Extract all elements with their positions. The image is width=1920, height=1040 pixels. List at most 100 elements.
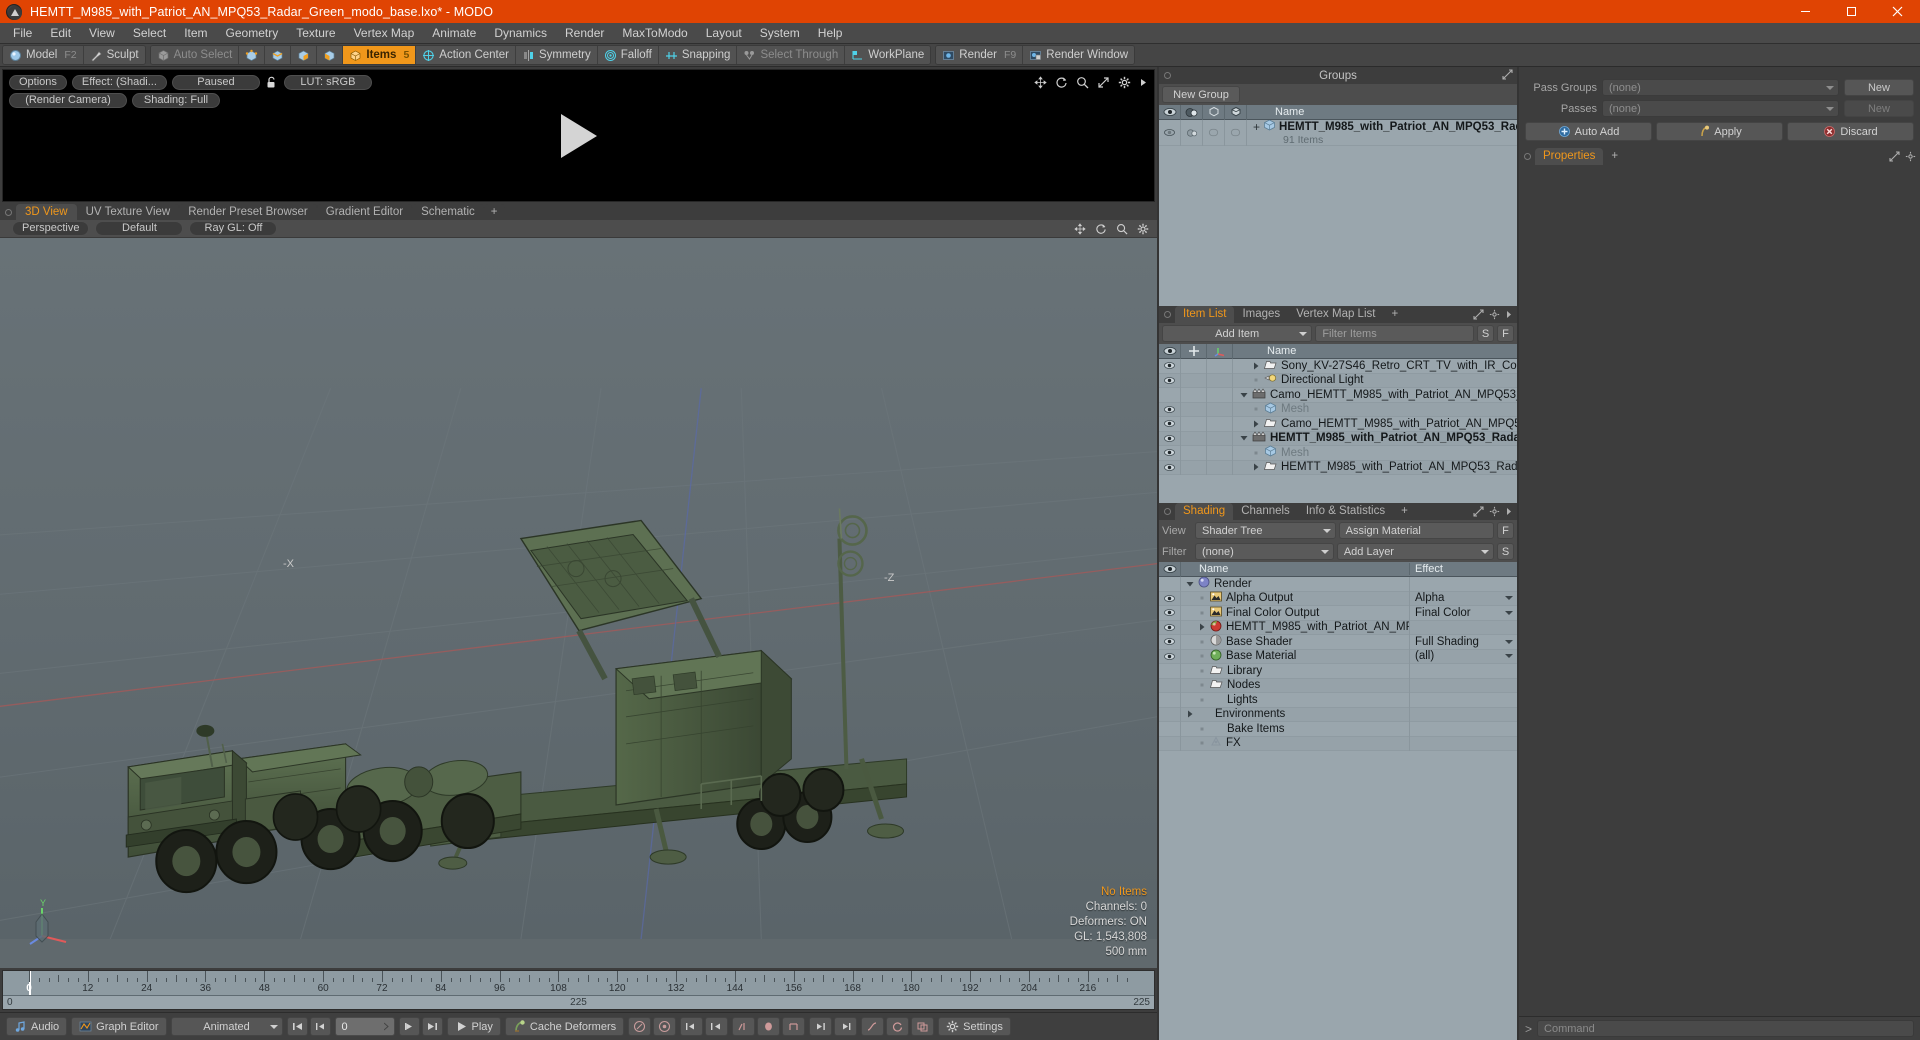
arrow-right-icon[interactable] <box>1505 506 1513 520</box>
tab-3d-view[interactable]: 3D View <box>16 204 77 220</box>
viewport-perspective-button[interactable]: Perspective <box>12 221 90 236</box>
render-lut-button[interactable]: LUT: sRGB <box>283 75 372 90</box>
discard-button[interactable]: Discard <box>1787 122 1914 141</box>
curve-edit-button[interactable] <box>861 1017 885 1036</box>
row-twisty-icon[interactable] <box>1197 609 1206 617</box>
menu-item-file[interactable]: File <box>4 23 41 44</box>
new-pass-group-button[interactable]: New <box>1844 79 1914 96</box>
properties-menu-dot[interactable] <box>1524 153 1531 160</box>
menu-item-render[interactable]: Render <box>556 23 613 44</box>
row-select-toggle[interactable] <box>1225 120 1247 146</box>
item-list-menu-dot[interactable] <box>1164 311 1171 318</box>
item-list-body[interactable]: Sony_KV-27S46_Retro_CRT_TV_with_IR_Contr… <box>1159 359 1517 503</box>
viewport-shading-style-button[interactable]: Default <box>95 221 184 236</box>
select-through-button[interactable]: Select Through <box>737 46 846 64</box>
maximize-panel-icon[interactable] <box>1473 309 1484 323</box>
row-twisty-icon[interactable] <box>1251 362 1260 370</box>
row-axis-cell[interactable] <box>1207 460 1233 475</box>
tab-properties[interactable]: Properties <box>1535 148 1604 165</box>
auto-select-button[interactable]: Auto Select <box>150 46 240 64</box>
delete-key-button[interactable] <box>782 1017 806 1036</box>
zoom-icon[interactable] <box>1116 223 1128 238</box>
tab-shading[interactable]: Shading <box>1175 503 1234 520</box>
gear-icon[interactable] <box>1489 309 1500 323</box>
row-lock-cell[interactable] <box>1181 460 1207 475</box>
tab-schematic[interactable]: Schematic <box>412 204 484 220</box>
row-eye-toggle[interactable] <box>1159 460 1181 475</box>
row-eye-toggle[interactable] <box>1159 605 1181 620</box>
auto-add-button[interactable]: Auto Add <box>1525 122 1652 141</box>
tab-images[interactable]: Images <box>1234 306 1288 323</box>
range-end-button[interactable] <box>834 1017 858 1036</box>
row-twisty-icon[interactable] <box>1197 652 1206 660</box>
viewport-tab-menu-dot[interactable] <box>5 209 12 216</box>
row-lock-toggle[interactable] <box>1203 120 1225 146</box>
row-twisty-icon[interactable] <box>1251 463 1260 471</box>
maximize-panel-icon[interactable] <box>1473 506 1484 520</box>
go-to-end-button[interactable] <box>421 1017 443 1036</box>
gear-icon[interactable] <box>1905 151 1916 165</box>
tab-add-button[interactable]: + <box>483 204 505 220</box>
move-icon[interactable] <box>1074 223 1086 238</box>
shading-menu-dot[interactable] <box>1164 508 1171 515</box>
item-list-row[interactable]: Directional Light <box>1159 373 1517 388</box>
menu-item-vertex-map[interactable]: Vertex Map <box>345 23 424 44</box>
shader-tree-row[interactable]: HEMTT_M985_with_Patriot_AN_MPQ53... <box>1159 620 1517 635</box>
symmetry-button[interactable]: Symmetry <box>515 46 598 64</box>
prev-key-button[interactable] <box>680 1017 704 1036</box>
zoom-icon[interactable] <box>1076 76 1089 92</box>
maximize-panel-icon[interactable] <box>1889 151 1900 165</box>
row-eye-toggle[interactable] <box>1159 402 1181 417</box>
curve-copy-button[interactable] <box>911 1017 935 1036</box>
autokey-button[interactable] <box>628 1017 652 1036</box>
row-eye-toggle[interactable] <box>1159 736 1181 751</box>
menu-item-help[interactable]: Help <box>809 23 852 44</box>
select-mode-materials[interactable] <box>317 46 344 64</box>
row-lock-cell[interactable] <box>1181 387 1207 402</box>
row-twisty-icon[interactable] <box>1197 638 1206 646</box>
timeline[interactable]: 0 12 24 36 48 60 72 84 96 108 120 132 144 156 168 180 19… <box>0 968 1157 1012</box>
rotate-icon[interactable] <box>1095 223 1107 238</box>
menu-item-layout[interactable]: Layout <box>697 23 751 44</box>
tab-add[interactable]: + <box>1393 503 1416 520</box>
render-preview-pane[interactable]: Options Effect: (Shadi... Paused LUT: sR… <box>2 69 1155 202</box>
row-lock-cell[interactable] <box>1181 373 1207 388</box>
rotate-icon[interactable] <box>1055 76 1068 92</box>
menu-item-select[interactable]: Select <box>124 23 175 44</box>
apply-button[interactable]: Apply <box>1656 122 1783 141</box>
tab-add[interactable]: + <box>1383 306 1406 323</box>
close-button[interactable] <box>1874 0 1920 23</box>
menu-item-geometry[interactable]: Geometry <box>217 23 288 44</box>
row-lock-cell[interactable] <box>1181 445 1207 460</box>
tab-info-statistics[interactable]: Info & Statistics <box>1298 503 1393 520</box>
current-frame-input[interactable]: 0 <box>334 1017 395 1036</box>
item-list-row[interactable]: Camo_HEMTT_M985_with_Patriot_AN_MPQ53_Ra… <box>1159 387 1517 403</box>
row-twisty-icon[interactable] <box>1197 725 1206 733</box>
row-eye-toggle[interactable] <box>1159 620 1181 635</box>
row-twisty-icon[interactable] <box>1185 710 1194 718</box>
row-eye-toggle[interactable] <box>1159 431 1181 446</box>
arrow-right-icon[interactable] <box>1139 76 1148 92</box>
row-lock-cell[interactable] <box>1181 359 1207 373</box>
shader-tree-row[interactable]: Lights <box>1159 692 1517 708</box>
render-options-button[interactable]: Options <box>9 75 67 90</box>
shader-view-dropdown[interactable]: Shader Tree <box>1195 522 1336 539</box>
row-lock-cell[interactable] <box>1181 416 1207 431</box>
menu-item-item[interactable]: Item <box>175 23 216 44</box>
render-button[interactable]: Render F9 <box>936 46 1024 64</box>
item-list-row[interactable]: HEMTT_M985_with_Patriot_AN_MPQ53_Radar_G… <box>1159 431 1517 446</box>
step-back-button[interactable] <box>309 1017 331 1036</box>
shader-tree-row[interactable]: FX <box>1159 736 1517 751</box>
falloff-button[interactable]: Falloff <box>597 46 659 64</box>
shader-tree-row[interactable]: Environments <box>1159 707 1517 722</box>
shader-tree-body[interactable]: Render Alpha Output Alpha Final Color Outpu… <box>1159 577 1517 1040</box>
row-eye-toggle[interactable] <box>1159 678 1181 693</box>
timeline-ruler[interactable]: 0 12 24 36 48 60 72 84 96 108 120 132 144 156 168 180 19… <box>3 971 1154 997</box>
fit-icon[interactable] <box>1097 76 1110 92</box>
row-twisty-icon[interactable] <box>1251 405 1260 413</box>
item-list-row[interactable]: Camo_HEMTT_M985_with_Patriot_AN_MPQ53_Ra… <box>1159 416 1517 432</box>
timeline-range-bar[interactable]: 0 225 225 <box>3 996 1154 1009</box>
groups-panel-menu-dot[interactable] <box>1164 72 1171 79</box>
maximize-button[interactable] <box>1828 0 1874 23</box>
action-center-button[interactable]: Action Center <box>416 46 516 64</box>
